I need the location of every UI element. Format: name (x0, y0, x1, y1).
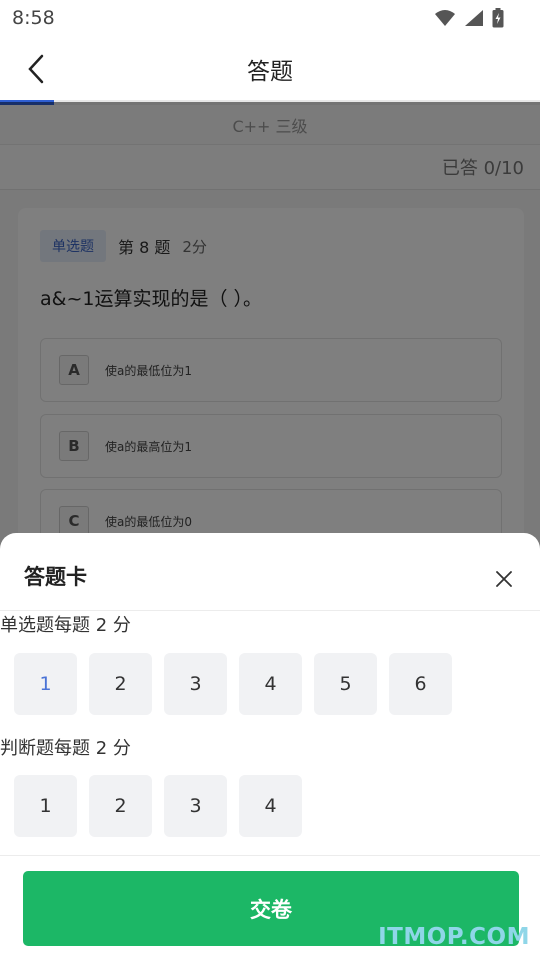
answer-card-title: 答题卡 (24, 565, 87, 589)
status-time: 8:58 (12, 7, 55, 29)
question-cell[interactable]: 4 (239, 775, 302, 837)
divider (0, 855, 540, 856)
question-cell[interactable]: 2 (89, 653, 152, 715)
watermark: ITMOP.COM (378, 924, 530, 950)
section-label-single-choice: 单选题每题 2 分 (0, 615, 131, 636)
true-false-grid: 1 2 3 4 (14, 775, 302, 837)
chevron-left-icon (28, 54, 44, 84)
question-cell[interactable]: 3 (164, 775, 227, 837)
answer-card-sheet: 答题卡 单选题每题 2 分 1 2 3 4 5 6 判断题每题 2 分 1 2 … (0, 533, 540, 960)
battery-icon (492, 8, 504, 28)
section-label-true-false: 判断题每题 2 分 (0, 738, 131, 759)
wifi-icon (435, 10, 455, 26)
question-cell[interactable]: 4 (239, 653, 302, 715)
question-cell[interactable]: 1 (14, 775, 77, 837)
answer-card-header: 答题卡 (0, 533, 540, 611)
signal-icon (465, 10, 483, 26)
back-button[interactable] (18, 50, 54, 88)
close-icon (496, 571, 512, 587)
app-header: 答题 (0, 36, 540, 102)
question-cell[interactable]: 5 (314, 653, 377, 715)
status-icons (434, 8, 504, 28)
status-bar: 8:58 (0, 0, 540, 36)
page-title: 答题 (247, 59, 293, 85)
close-button[interactable] (490, 565, 518, 593)
question-cell[interactable]: 3 (164, 653, 227, 715)
question-cell[interactable]: 6 (389, 653, 452, 715)
single-choice-grid: 1 2 3 4 5 6 (14, 653, 452, 715)
question-cell[interactable]: 1 (14, 653, 77, 715)
question-cell[interactable]: 2 (89, 775, 152, 837)
